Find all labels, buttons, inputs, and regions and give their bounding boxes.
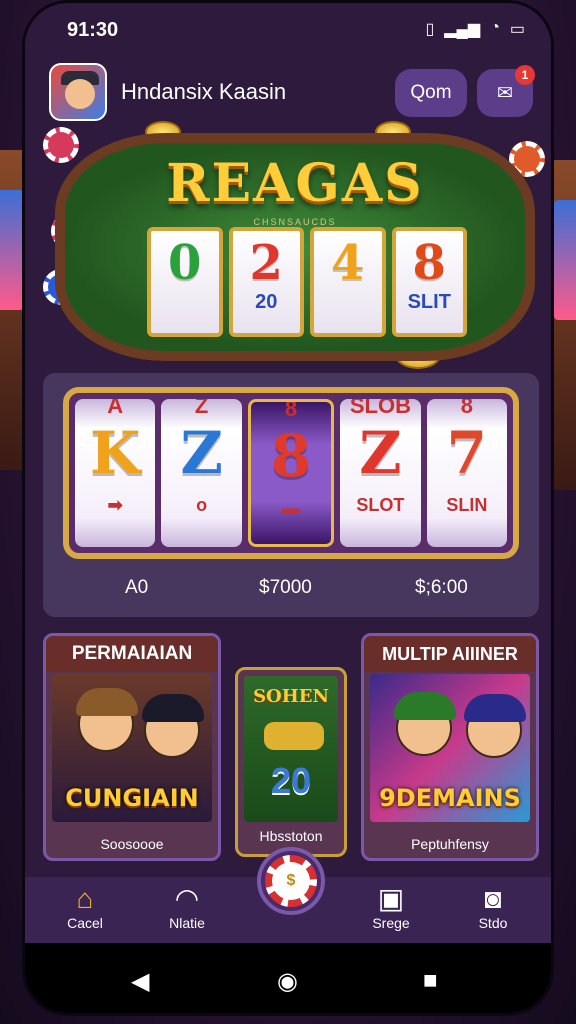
vibrate-icon: ▯ <box>425 21 435 38</box>
slot-reel: ZZo <box>161 399 242 547</box>
card-art: SOHEN 20 <box>244 676 338 822</box>
card-title: MULTIP AIIINER <box>364 636 536 672</box>
hero-reel-symbol: 8 <box>412 235 446 291</box>
wifi-icon: ◔ <box>490 19 500 36</box>
game-cards: PERMAIAIAN CUNGIAIN Soosoooe SOHEN 20 Hb… <box>43 633 539 863</box>
card-footer: Peptuhfensy <box>411 836 489 852</box>
card-art-text: CUNGIAIN <box>65 784 199 812</box>
reel-symbol: 8 <box>270 422 312 490</box>
hero-reel-symbol: 2 <box>249 235 283 291</box>
slot-reel: 8 8 ▬ <box>247 399 335 547</box>
slot-reel: 8 7 SLIN <box>426 399 508 547</box>
card-title: PERMAIAIAN <box>46 636 218 672</box>
status-time: 9​1:30 <box>67 19 119 41</box>
card-footer: Soosoooe <box>100 836 164 852</box>
nav-label: Cacel <box>67 915 103 931</box>
reel-symbol: SLIN <box>446 495 488 515</box>
slot-reel: SLOB Z SLOT <box>340 399 421 547</box>
signal-icon: ▂▄▆ <box>444 21 481 38</box>
reel-symbol: o <box>196 495 208 515</box>
nav-item-bag[interactable]: ▣ Srege <box>351 883 431 931</box>
reel-symbol: K <box>89 419 141 487</box>
notification-badge: 1 <box>515 65 535 85</box>
reel-symbol: SLOT <box>356 495 405 515</box>
phone-screen: 9​1:30 ▯ ▂▄▆ ◔ ▭ Hndansix Kaasin Qom ✉ 1… <box>22 0 554 1016</box>
home-icon: ⌂ <box>76 883 94 914</box>
reel-symbol: 8 <box>460 399 473 418</box>
reel-symbol: 8 <box>284 399 298 421</box>
reel-symbol: Z <box>194 399 209 418</box>
payout-value: $;6:00 <box>415 577 468 598</box>
game-card-left[interactable]: PERMAIAIAN CUNGIAIN Soosoooe <box>43 633 221 861</box>
back-icon[interactable]: ◀ <box>131 967 149 996</box>
app-title: Hndansix Kaasin <box>121 79 287 104</box>
card-art-text: 9DEMAINS <box>379 784 521 812</box>
payout-row: A0 $7000 $;6:00 <box>43 577 539 607</box>
search-label: Qom <box>410 82 452 103</box>
hero-reel: 2 20 <box>228 227 304 337</box>
battery-icon: ▭ <box>509 21 525 38</box>
reel-symbol: Z <box>180 419 223 487</box>
recents-icon[interactable]: ■ <box>423 967 438 995</box>
hero-reel: 4 <box>310 227 386 337</box>
game-card-middle[interactable]: SOHEN 20 Hbsstoton <box>235 667 347 857</box>
nav-label: Srege <box>372 915 410 931</box>
chip-icon: $ <box>265 855 317 907</box>
reel-symbol: ➡ <box>107 495 123 515</box>
reel-symbol: Z <box>359 419 402 487</box>
hero-title: REAGAS <box>166 153 424 214</box>
bag-icon: ▣ <box>377 883 405 914</box>
app-header: Hndansix Kaasin Qom ✉ 1 <box>25 59 551 129</box>
gold-nugget-icon <box>264 722 324 750</box>
home-circle-icon[interactable]: ◉ <box>277 967 298 996</box>
nav-item-home[interactable]: ⌂ Cacel <box>45 883 125 931</box>
game-card-right[interactable]: MULTIP AIIINER 9DEMAINS Peptuhfensy <box>361 633 539 861</box>
nav-item-gauge[interactable]: ◠ Nlatie <box>147 883 227 931</box>
card-art: 9DEMAINS <box>370 674 530 822</box>
card-value: 20 <box>270 760 312 801</box>
search-button[interactable]: Qom <box>395 69 467 117</box>
slot-reel: A K ➡ <box>75 399 156 547</box>
reel-symbol: ▬ <box>282 498 301 518</box>
system-nav-bar: ◀ ◉ ■ <box>25 943 551 1013</box>
hero-reel-symbol: 0 <box>168 235 202 291</box>
status-icons: ▯ ▂▄▆ ◔ ▭ <box>425 19 525 39</box>
hero-reel-label: SLIT <box>407 291 451 313</box>
fab-label: $ <box>286 872 296 889</box>
reel-symbol: SLOB <box>349 399 411 418</box>
hero-reel-label: 20 <box>255 291 278 313</box>
payout-value: A0 <box>125 577 149 598</box>
gauge-icon: ◠ <box>174 883 200 914</box>
spin-chip-button[interactable]: $ <box>257 847 325 915</box>
bell-icon: ✉ <box>497 82 513 104</box>
card-art: CUNGIAIN <box>52 674 212 822</box>
nav-label: Nlatie <box>169 915 205 931</box>
card-title: SOHEN <box>253 686 329 707</box>
hero-subtitle: CHSNSAUCDS <box>253 217 337 227</box>
status-bar: 9​1:30 ▯ ▂▄▆ ◔ ▭ <box>25 3 551 55</box>
hero-reel: 8 SLIT <box>391 227 467 337</box>
hero-reels: 0 2 20 4 8 SLIT <box>147 227 467 337</box>
payout-value: $7000 <box>259 577 312 598</box>
avatar[interactable] <box>49 63 107 121</box>
card-footer: Hbsstoton <box>259 828 323 844</box>
slot-reels[interactable]: A K ➡ Z Zo 8 8 ▬ SLOB Z SLOT 8 7 SLIN <box>63 387 519 559</box>
camera-icon: ◙ <box>484 883 502 914</box>
slot-machine-panel: A K ➡ Z Zo 8 8 ▬ SLOB Z SLOT 8 7 SLIN A0 $7000 $;6:00 <box>43 373 539 617</box>
hero-table[interactable]: REAGAS CHSNSAUCDS 0 2 20 4 8 SLIT <box>55 133 535 361</box>
hero-reel-symbol: 4 <box>331 235 365 291</box>
hero-reel: 0 <box>147 227 223 337</box>
reel-symbol: 7 <box>446 419 487 487</box>
notifications-button[interactable]: ✉ 1 <box>477 65 535 117</box>
nav-label: Stdo <box>478 915 508 931</box>
nav-item-camera[interactable]: ◙ Stdo <box>453 883 533 931</box>
reel-symbol: A <box>107 399 124 418</box>
